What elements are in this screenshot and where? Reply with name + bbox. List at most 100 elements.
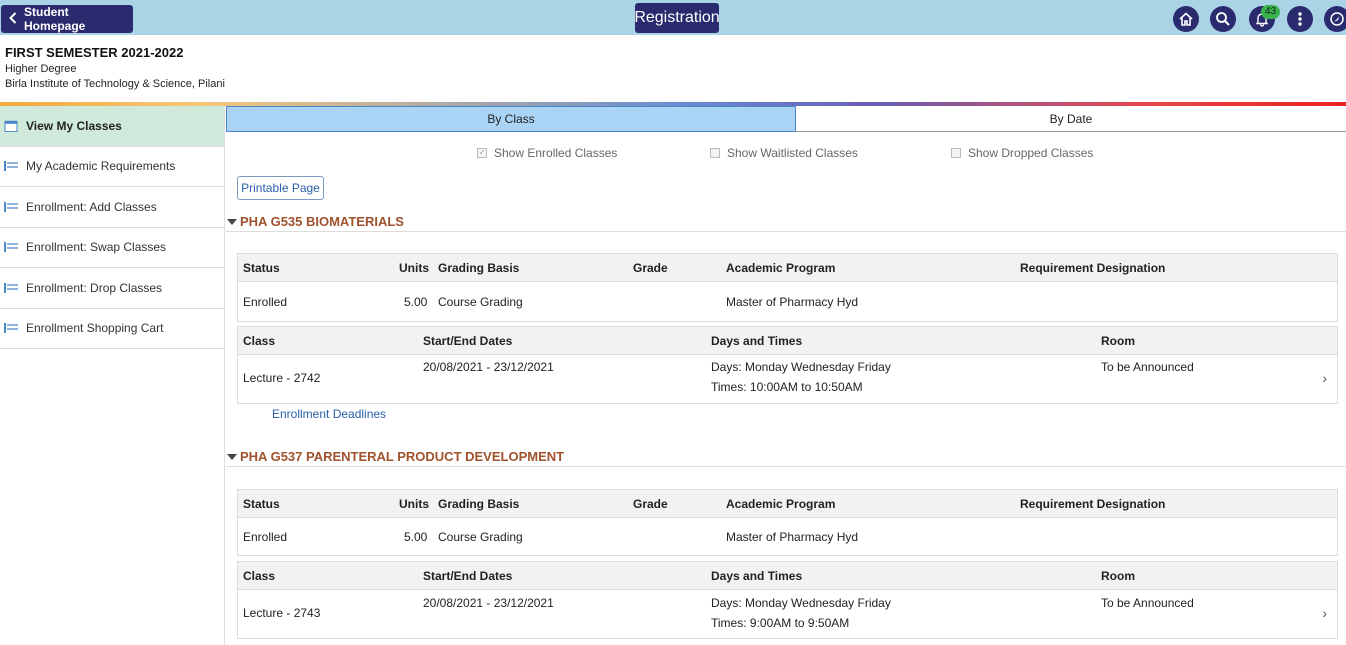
cell-room: To be Announced [1101, 596, 1194, 610]
cell-times: Times: 10:00AM to 10:50AM [711, 380, 863, 394]
tab-by-date[interactable]: By Date [796, 106, 1346, 132]
filter-dropped-label: Show Dropped Classes [968, 146, 1094, 160]
col-dates: Start/End Dates [423, 569, 513, 583]
tab-by-class[interactable]: By Class [226, 106, 796, 132]
cell-days: Days: Monday Wednesday Friday [711, 360, 891, 374]
bell-icon[interactable]: 43 [1249, 5, 1281, 32]
table-row[interactable]: Lecture - 2742 20/08/2021 - 23/12/2021 D… [238, 355, 1337, 403]
col-requirement: Requirement Designation [1020, 497, 1166, 511]
list-icon [4, 242, 18, 253]
sidebar-item-label: Enrollment: Swap Classes [26, 240, 167, 255]
class-table: Class Start/End Dates Days and Times Roo… [237, 561, 1338, 639]
term-info: FIRST SEMESTER 2021-2022 Higher Degree B… [5, 45, 225, 90]
list-icon [4, 161, 18, 172]
enrollment-table: Status Units Grading Basis Grade Academi… [237, 253, 1338, 322]
col-academic-program: Academic Program [726, 497, 836, 511]
cell-grading: Course Grading [438, 530, 523, 544]
course-header[interactable]: PHA G535 BIOMATERIALS [226, 212, 1346, 232]
table-header-row: Status Units Grading Basis Grade Academi… [238, 490, 1337, 518]
checkbox-dropped[interactable] [951, 148, 961, 158]
list-icon [4, 282, 18, 293]
col-room: Room [1101, 334, 1135, 348]
list-icon [4, 201, 18, 212]
chevron-left-icon [9, 11, 17, 27]
term-institution: Birla Institute of Technology & Science,… [5, 78, 225, 90]
student-homepage-button[interactable]: Student Homepage [1, 5, 133, 33]
sidebar: View My Classes My Academic Requirements… [0, 106, 225, 645]
filter-enrolled[interactable]: ✓ Show Enrolled Classes [477, 146, 617, 160]
sidebar-item-label: Enrollment: Add Classes [26, 199, 157, 214]
col-grading-basis: Grading Basis [438, 497, 520, 511]
filter-enrolled-label: Show Enrolled Classes [494, 146, 618, 160]
sidebar-item-drop-classes[interactable]: Enrollment: Drop Classes [0, 268, 224, 309]
chevron-right-icon[interactable]: › [1322, 370, 1327, 386]
col-grade: Grade [633, 497, 668, 511]
col-status: Status [243, 261, 280, 275]
sidebar-item-shopping-cart[interactable]: Enrollment Shopping Cart [0, 309, 224, 349]
col-grading-basis: Grading Basis [438, 261, 520, 275]
term-name: FIRST SEMESTER 2021-2022 [5, 45, 184, 60]
checkbox-enrolled[interactable]: ✓ [477, 148, 487, 158]
enrollment-table: Status Units Grading Basis Grade Academi… [237, 489, 1338, 556]
sidebar-item-label: Enrollment Shopping Cart [26, 321, 164, 336]
navbar-compass-icon[interactable] [1324, 6, 1346, 32]
sidebar-item-swap-classes[interactable]: Enrollment: Swap Classes [0, 228, 224, 268]
sidebar-item-add-classes[interactable]: Enrollment: Add Classes [0, 187, 224, 228]
cell-class: Lecture - 2743 [243, 606, 321, 620]
cell-program: Master of Pharmacy Hyd [726, 295, 859, 309]
enrollment-deadlines-link[interactable]: Enrollment Deadlines [272, 407, 386, 421]
sidebar-item-label: My Academic Requirements [26, 159, 176, 174]
cell-room: To be Announced [1101, 360, 1194, 374]
col-units: Units [399, 497, 429, 511]
search-icon[interactable] [1210, 6, 1236, 32]
chevron-right-icon[interactable]: › [1322, 605, 1327, 621]
more-vert-icon[interactable] [1287, 6, 1313, 32]
cell-times: Times: 9:00AM to 9:50AM [711, 616, 850, 630]
course-header[interactable]: PHA G537 PARENTERAL PRODUCT DEVELOPMENT [226, 447, 1346, 467]
col-status: Status [243, 497, 280, 511]
page-title: Registration [634, 3, 720, 33]
filter-dropped[interactable]: Show Dropped Classes [951, 146, 1093, 160]
calendar-icon [4, 120, 18, 132]
sidebar-item-view-my-classes[interactable]: View My Classes [0, 106, 224, 147]
cell-units: 5.00 [404, 295, 428, 309]
cell-status: Enrolled [243, 295, 288, 309]
cell-units: 5.00 [404, 530, 428, 544]
table-row[interactable]: Lecture - 2743 20/08/2021 - 23/12/2021 D… [238, 590, 1337, 638]
term-career: Higher Degree [5, 63, 77, 75]
sidebar-item-academic-requirements[interactable]: My Academic Requirements [0, 147, 224, 187]
table-header-row: Class Start/End Dates Days and Times Roo… [238, 562, 1337, 590]
table-row: Enrolled 5.00 Course Grading Master of P… [238, 282, 1337, 321]
list-icon [4, 323, 18, 334]
col-grade: Grade [633, 261, 668, 275]
home-icon[interactable] [1173, 6, 1199, 32]
col-dates: Start/End Dates [423, 334, 513, 348]
collapse-triangle-icon[interactable] [227, 218, 237, 225]
filter-waitlisted[interactable]: Show Waitlisted Classes [710, 146, 858, 160]
course-title: PHA G535 BIOMATERIALS [240, 214, 404, 229]
cell-program: Master of Pharmacy Hyd [726, 530, 859, 544]
cell-days: Days: Monday Wednesday Friday [711, 596, 891, 610]
collapse-triangle-icon[interactable] [227, 453, 237, 460]
table-header-row: Status Units Grading Basis Grade Academi… [238, 254, 1337, 282]
table-header-row: Class Start/End Dates Days and Times Roo… [238, 327, 1337, 355]
col-days-times: Days and Times [711, 569, 803, 583]
col-units: Units [399, 261, 429, 275]
col-class: Class [243, 569, 276, 583]
printable-page-button[interactable]: Printable Page [237, 176, 324, 200]
checkbox-waitlisted[interactable] [710, 148, 720, 158]
top-banner: Student Homepage Registration 43 [0, 0, 1346, 35]
cell-class: Lecture - 2742 [243, 371, 321, 385]
cell-dates: 20/08/2021 - 23/12/2021 [423, 360, 554, 374]
filter-waitlisted-label: Show Waitlisted Classes [727, 146, 858, 160]
cell-dates: 20/08/2021 - 23/12/2021 [423, 596, 554, 610]
course-title: PHA G537 PARENTERAL PRODUCT DEVELOPMENT [240, 449, 565, 464]
sidebar-item-label: View My Classes [26, 118, 122, 133]
col-days-times: Days and Times [711, 334, 803, 348]
col-academic-program: Academic Program [726, 261, 836, 275]
cell-grading: Course Grading [438, 295, 523, 309]
col-requirement: Requirement Designation [1020, 261, 1166, 275]
table-row: Enrolled 5.00 Course Grading Master of P… [238, 518, 1337, 555]
col-class: Class [243, 334, 276, 348]
notification-badge: 43 [1261, 5, 1281, 19]
